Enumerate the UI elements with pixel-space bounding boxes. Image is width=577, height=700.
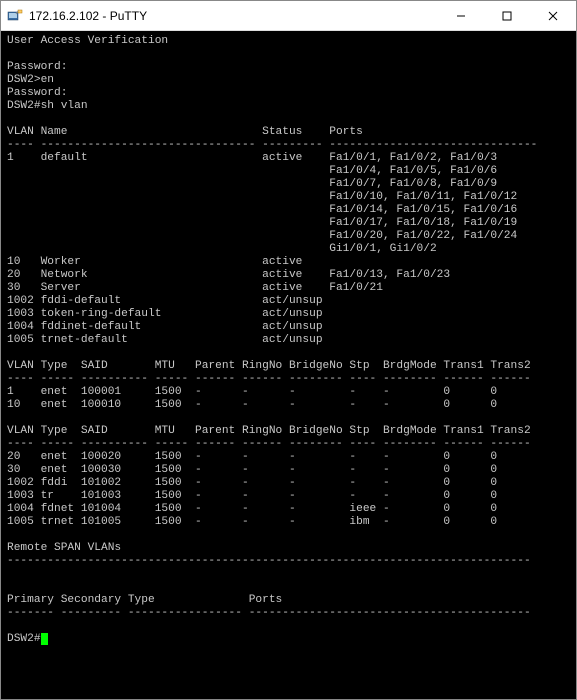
close-button[interactable] (530, 1, 576, 30)
titlebar[interactable]: 172.16.2.102 - PuTTY (1, 1, 576, 31)
putty-window: 172.16.2.102 - PuTTY User Access Verific… (0, 0, 577, 700)
cursor (41, 633, 48, 645)
window-title: 172.16.2.102 - PuTTY (29, 9, 438, 23)
terminal-output[interactable]: User Access Verification Password: DSW2>… (1, 31, 576, 699)
minimize-button[interactable] (438, 1, 484, 30)
putty-icon (7, 8, 23, 24)
maximize-button[interactable] (484, 1, 530, 30)
prompt: DSW2# (7, 633, 41, 645)
window-buttons (438, 1, 576, 30)
